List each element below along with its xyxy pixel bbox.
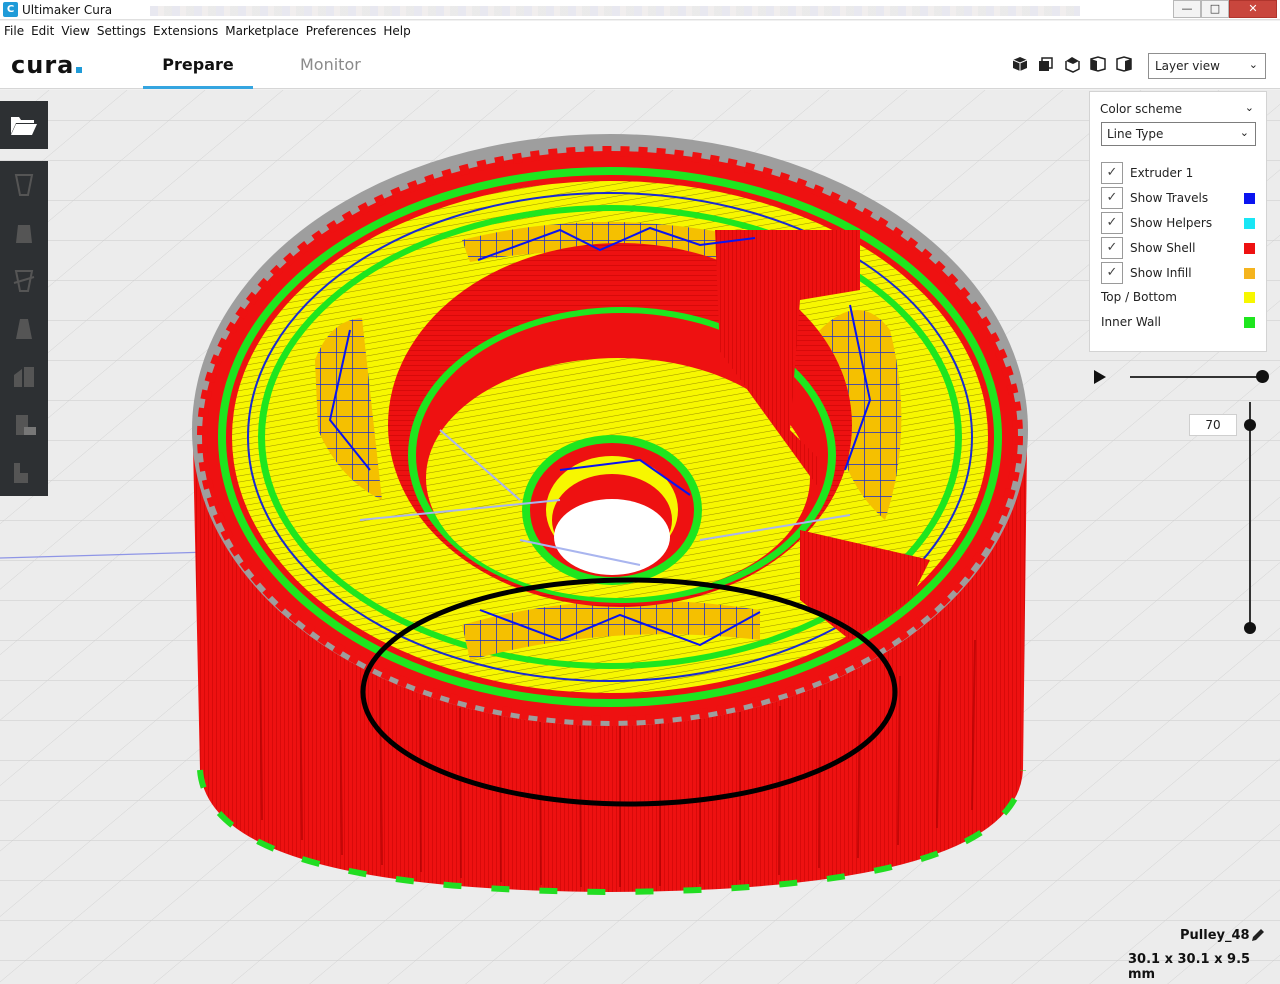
pencil-icon[interactable] — [1250, 927, 1266, 943]
chevron-down-icon: ⌄ — [1239, 126, 1249, 139]
tool-panel — [0, 161, 48, 496]
legend-top-bottom: Top / Bottom — [1101, 286, 1257, 308]
object-dimensions: 30.1 x 30.1 x 9.5 mm — [1128, 952, 1251, 982]
menu-edit[interactable]: Edit — [30, 21, 57, 41]
taskbar-strip — [150, 6, 1080, 16]
rotate-tool-icon[interactable] — [10, 267, 38, 295]
camera-view-buttons — [1010, 55, 1140, 73]
checkbox-show-shell[interactable]: ✓ — [1101, 237, 1123, 259]
folder-open-icon — [11, 117, 37, 135]
build-plate-scene — [0, 90, 1280, 984]
logo-text: cura — [11, 51, 75, 79]
color-scheme-value: Line Type — [1107, 127, 1164, 141]
legend-show-helpers[interactable]: ✓ Show Helpers — [1101, 212, 1257, 234]
collapse-chevron-icon[interactable]: ⌄ — [1245, 101, 1254, 114]
layer-tool-icon[interactable] — [10, 459, 38, 487]
chevron-down-icon: ⌄ — [1248, 58, 1258, 71]
simulation-slider-handle[interactable] — [1256, 370, 1269, 383]
menu-bar: File Edit View Settings Extensions Marke… — [0, 21, 1280, 41]
layer-slider-top-handle[interactable] — [1244, 419, 1256, 431]
per-model-settings-icon[interactable] — [10, 363, 38, 391]
view-mode-select[interactable]: Layer view ⌄ — [1148, 53, 1266, 79]
layer-number-input[interactable]: 70 — [1189, 414, 1237, 436]
3d-viewport[interactable] — [0, 90, 1280, 984]
color-swatch — [1244, 292, 1255, 303]
legend-label: Show Shell — [1130, 241, 1196, 255]
menu-preferences[interactable]: Preferences — [305, 21, 380, 41]
color-swatch — [1244, 218, 1255, 229]
tab-prepare[interactable]: Prepare — [143, 55, 253, 89]
simulation-slider[interactable] — [1130, 376, 1262, 378]
legend-show-shell[interactable]: ✓ Show Shell — [1101, 237, 1257, 259]
open-file-button[interactable] — [0, 101, 48, 149]
mirror-tool-icon[interactable] — [10, 315, 38, 343]
support-blocker-icon[interactable] — [10, 411, 38, 439]
right-view-icon[interactable] — [1114, 55, 1134, 73]
logo-dot — [76, 67, 83, 73]
checkbox-extruder-1[interactable]: ✓ — [1101, 162, 1123, 184]
menu-marketplace[interactable]: Marketplace — [224, 21, 302, 41]
checkbox-show-infill[interactable]: ✓ — [1101, 262, 1123, 284]
color-swatch — [1244, 268, 1255, 279]
3d-view-icon[interactable] — [1010, 55, 1030, 73]
legend-label: Show Infill — [1130, 266, 1192, 280]
layer-view-panel: Color scheme ⌄ Line Type ⌄ ✓ Extruder 1 … — [1089, 91, 1267, 352]
close-button[interactable]: ✕ — [1229, 0, 1277, 18]
legend-extruder-1[interactable]: ✓ Extruder 1 — [1101, 162, 1257, 184]
cura-logo: cura — [11, 51, 83, 79]
left-view-icon[interactable] — [1088, 55, 1108, 73]
layer-slider-bottom-handle[interactable] — [1244, 622, 1256, 634]
front-view-icon[interactable] — [1036, 55, 1056, 73]
checkbox-show-travels[interactable]: ✓ — [1101, 187, 1123, 209]
maximize-button[interactable]: □ — [1201, 0, 1229, 18]
color-swatch — [1244, 243, 1255, 254]
legend-label: Show Helpers — [1130, 216, 1213, 230]
legend-show-infill[interactable]: ✓ Show Infill — [1101, 262, 1257, 284]
app-header: cura Prepare Monitor Layer view ⌄ — [0, 41, 1280, 89]
color-swatch — [1244, 193, 1255, 204]
legend-label: Show Travels — [1130, 191, 1209, 205]
layer-slider[interactable] — [1249, 402, 1251, 628]
menu-extensions[interactable]: Extensions — [152, 21, 221, 41]
top-view-icon[interactable] — [1062, 55, 1082, 73]
title-bar: C Ultimaker Cura — □ ✕ — [0, 0, 1280, 20]
color-swatch — [1244, 317, 1255, 328]
color-scheme-select[interactable]: Line Type ⌄ — [1101, 122, 1256, 146]
minimize-button[interactable]: — — [1173, 0, 1201, 18]
legend-label: Extruder 1 — [1130, 166, 1194, 180]
legend-inner-wall: Inner Wall — [1101, 311, 1257, 333]
move-tool-icon[interactable] — [10, 171, 38, 199]
legend-show-travels[interactable]: ✓ Show Travels — [1101, 187, 1257, 209]
object-name: Pulley_48 — [1180, 928, 1250, 943]
scale-tool-icon[interactable] — [10, 219, 38, 247]
menu-settings[interactable]: Settings — [96, 21, 149, 41]
menu-help[interactable]: Help — [382, 21, 413, 41]
tab-monitor[interactable]: Monitor — [300, 55, 361, 74]
view-mode-value: Layer view — [1155, 59, 1220, 73]
play-icon[interactable] — [1093, 369, 1107, 385]
color-scheme-label: Color scheme — [1100, 102, 1183, 116]
window-title: Ultimaker Cura — [22, 3, 113, 17]
menu-file[interactable]: File — [3, 21, 27, 41]
legend-label: Top / Bottom — [1101, 290, 1177, 304]
legend-label: Inner Wall — [1101, 315, 1161, 329]
menu-view[interactable]: View — [60, 21, 92, 41]
cura-app-icon: C — [3, 2, 18, 17]
checkbox-show-helpers[interactable]: ✓ — [1101, 212, 1123, 234]
